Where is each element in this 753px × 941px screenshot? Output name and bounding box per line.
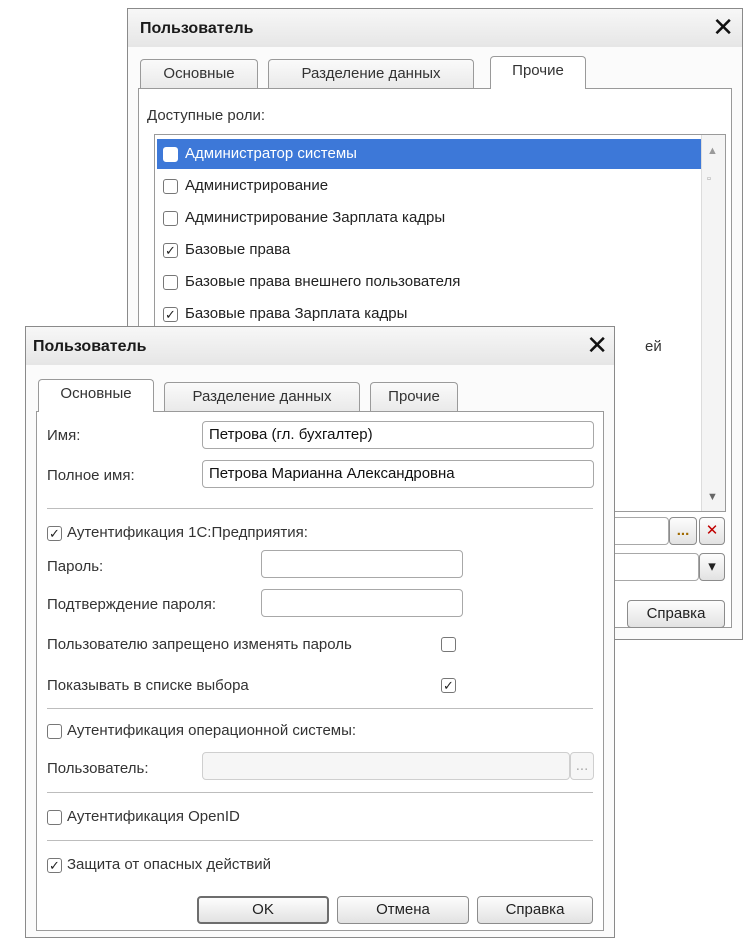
role-row[interactable]: ✓ Базовые права xyxy=(157,235,701,265)
auth-1c-checkbox[interactable]: ✓ xyxy=(47,526,62,541)
scroll-up-icon[interactable]: ▲ xyxy=(707,145,718,157)
back-close-icon[interactable]: ✕ xyxy=(712,13,734,41)
front-tab-main[interactable]: Основные xyxy=(38,379,154,412)
back-dialog-title: Пользователь xyxy=(140,20,254,37)
role-label: Администратор системы xyxy=(185,145,357,162)
auth-1c-label: Аутентификация 1С:Предприятия: xyxy=(67,524,308,541)
show-in-list-label: Показывать в списке выбора xyxy=(47,677,249,694)
os-auth-label: Аутентификация операционной системы: xyxy=(67,722,357,739)
front-user-dialog: Пользователь ✕ Основные Разделение данны… xyxy=(25,326,615,938)
partial-role-text: ей xyxy=(645,338,662,355)
back-tab-other[interactable]: Прочие xyxy=(490,56,586,89)
forbid-change-label: Пользователю запрещено изменять пароль xyxy=(47,636,352,653)
role-row[interactable]: Базовые права внешнего пользователя xyxy=(157,267,701,297)
os-user-label: Пользователь: xyxy=(47,760,149,777)
forbid-change-checkbox[interactable] xyxy=(441,637,456,652)
fullname-label: Полное имя: xyxy=(47,467,135,484)
protection-checkbox[interactable]: ✓ xyxy=(47,858,62,873)
role-checkbox[interactable] xyxy=(163,147,178,162)
cancel-button[interactable]: Отмена xyxy=(337,896,469,924)
scroll-down-icon[interactable]: ▼ xyxy=(707,491,718,503)
role-checkbox[interactable] xyxy=(163,211,178,226)
separator xyxy=(47,708,593,709)
role-row[interactable]: Администрирование xyxy=(157,171,701,201)
front-titlebar: Пользователь ✕ xyxy=(26,327,614,365)
fullname-input[interactable]: Петрова Марианна Александровна xyxy=(202,460,594,488)
back-help-button[interactable]: Справка xyxy=(627,600,725,628)
role-label: Администрирование Зарплата кадры xyxy=(185,209,446,226)
role-checkbox[interactable] xyxy=(163,275,178,290)
role-row[interactable]: Администрирование Зарплата кадры xyxy=(157,203,701,233)
ok-button[interactable]: OK xyxy=(197,896,329,924)
os-user-input[interactable] xyxy=(202,752,570,780)
confirm-password-input[interactable] xyxy=(261,589,463,617)
role-label: Администрирование xyxy=(185,177,329,194)
role-label: Базовые права xyxy=(185,241,291,258)
role-checkbox[interactable]: ✓ xyxy=(163,243,178,258)
roles-scrollbar[interactable]: ▲ ▫ ▼ xyxy=(701,135,725,511)
password-label: Пароль: xyxy=(47,558,104,575)
front-dialog-title: Пользователь xyxy=(33,338,147,355)
back-dropdown-button[interactable]: ▾ xyxy=(699,553,725,581)
back-tab-main[interactable]: Основные xyxy=(140,59,258,89)
roles-label: Доступные роли: xyxy=(147,107,266,124)
show-in-list-checkbox[interactable]: ✓ xyxy=(441,678,456,693)
protection-label: Защита от опасных действий xyxy=(67,856,271,873)
back-clear-button[interactable]: ✕ xyxy=(699,517,725,545)
openid-label: Аутентификация OpenID xyxy=(67,808,240,825)
role-label: Базовые права внешнего пользователя xyxy=(185,273,461,290)
role-row[interactable]: ✓ Базовые права Зарплата кадры xyxy=(157,299,701,329)
front-tab-other[interactable]: Прочие xyxy=(370,382,458,412)
front-tab-data-separation[interactable]: Разделение данных xyxy=(164,382,360,412)
name-label: Имя: xyxy=(47,427,81,444)
openid-checkbox[interactable] xyxy=(47,810,62,825)
confirm-password-label: Подтверждение пароля: xyxy=(47,596,217,613)
separator xyxy=(47,792,593,793)
role-checkbox[interactable]: ✓ xyxy=(163,307,178,322)
back-ellipsis-button[interactable]: ... xyxy=(669,517,697,545)
role-label: Базовые права Зарплата кадры xyxy=(185,305,408,322)
name-input[interactable]: Петрова (гл. бухгалтер) xyxy=(202,421,594,449)
front-tab-panel: Имя: Петрова (гл. бухгалтер) Полное имя:… xyxy=(36,411,604,931)
password-input[interactable] xyxy=(261,550,463,578)
separator xyxy=(47,840,593,841)
role-row[interactable]: Администратор системы xyxy=(157,139,701,169)
os-auth-checkbox[interactable] xyxy=(47,724,62,739)
back-tab-data-separation[interactable]: Разделение данных xyxy=(268,59,474,89)
front-close-icon[interactable]: ✕ xyxy=(586,331,608,359)
role-checkbox[interactable] xyxy=(163,179,178,194)
scroll-thumb-icon[interactable]: ▫ xyxy=(707,173,711,185)
help-button[interactable]: Справка xyxy=(477,896,593,924)
back-titlebar: Пользователь ✕ xyxy=(128,9,742,47)
os-user-select-button[interactable]: ... xyxy=(570,752,594,780)
separator xyxy=(47,508,593,509)
